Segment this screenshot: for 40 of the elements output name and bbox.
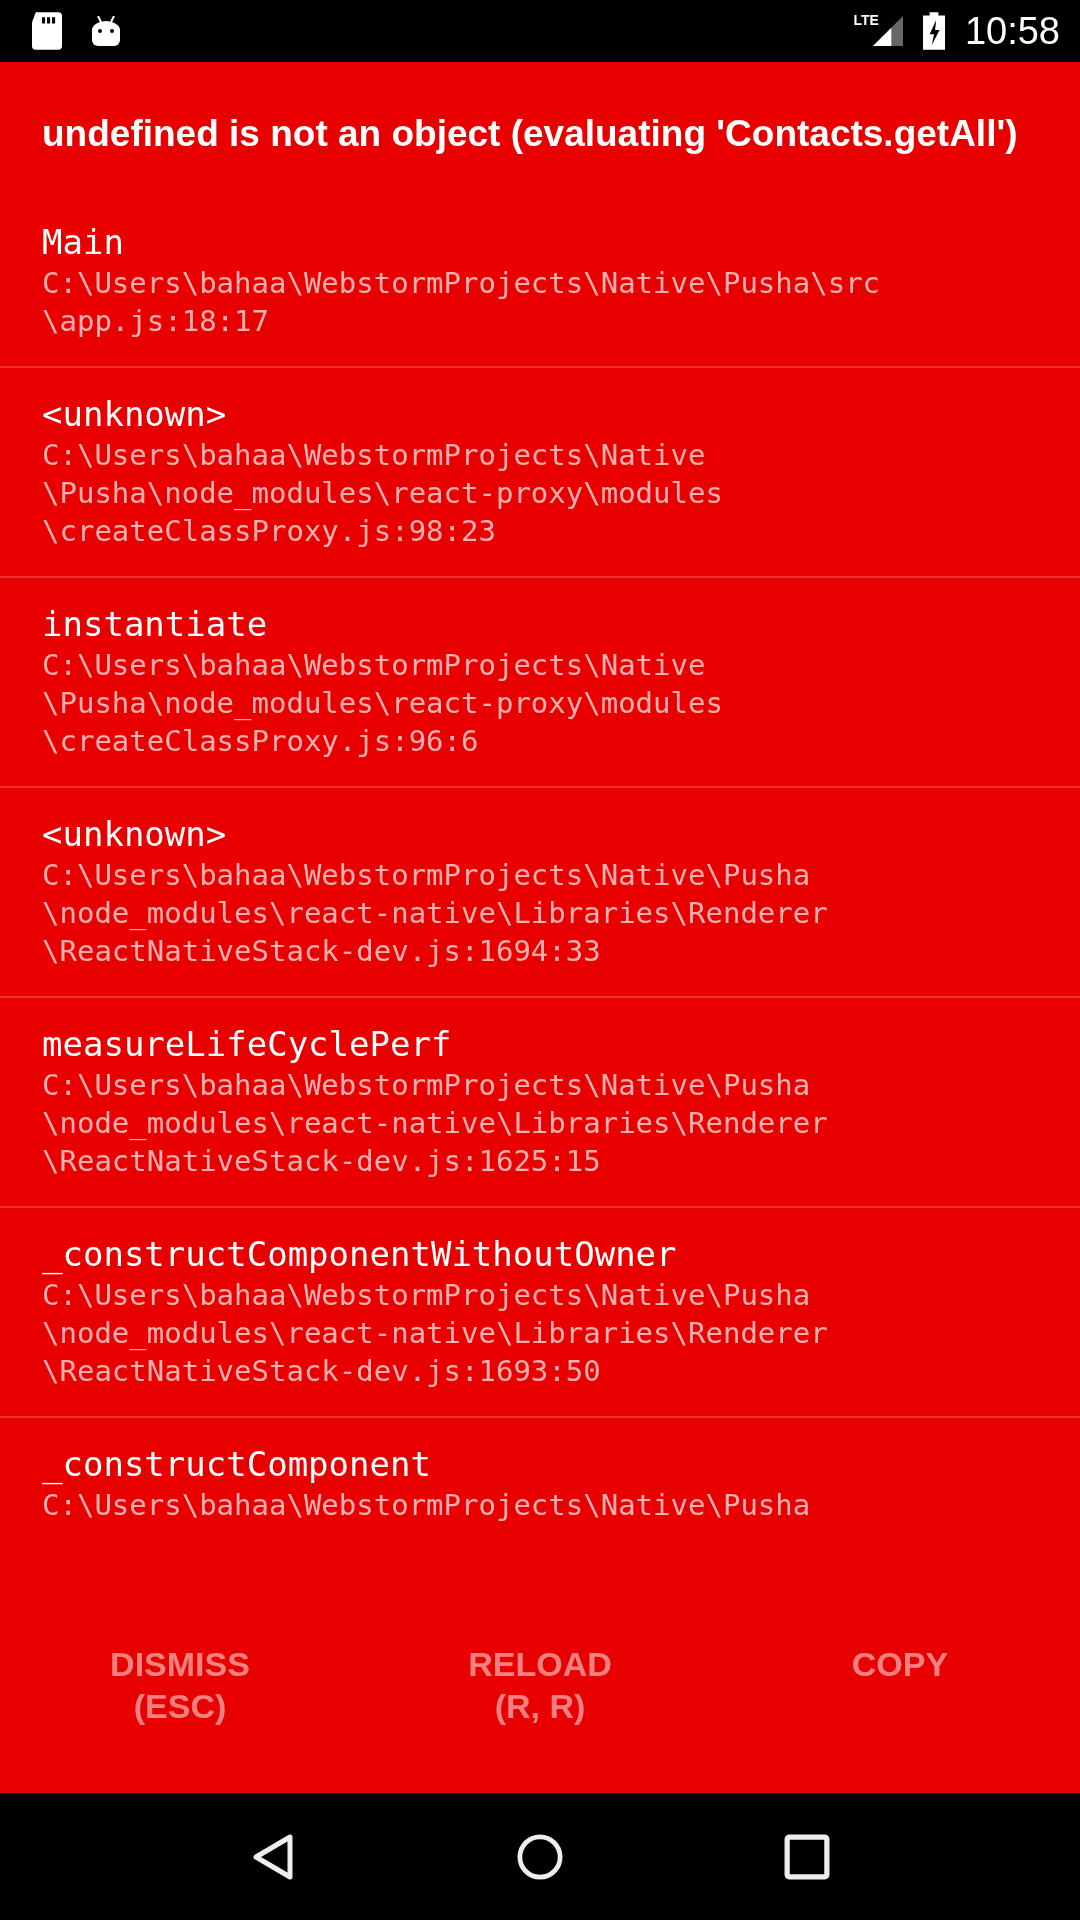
file-path: \Pusha\node_modules\react-proxy\modules <box>42 685 724 722</box>
battery-charging-icon <box>922 12 945 50</box>
method-name: <unknown> <box>42 813 228 856</box>
android-icon <box>90 16 122 46</box>
file-path: \app.js:18:17 <box>42 303 270 340</box>
stack-frame[interactable]: Main C:\Users\bahaa\WebstormProjects\Native\Pusha\src \app.js:18:17 <box>0 196 1080 368</box>
file-path: \node_modules\react-native\Libraries\Renderer <box>42 895 829 932</box>
recents-icon[interactable] <box>783 1832 830 1881</box>
file-path: C:\Users\bahaa\WebstormProjects\Native\Pusha <box>42 1487 812 1524</box>
network-label: LTE <box>853 12 879 28</box>
file-path: \createClassProxy.js:96:6 <box>42 723 480 760</box>
stack-frame[interactable]: _constructComponent C:\Users\bahaa\WebstormProjects\Native\Pusha <box>0 1418 1080 1550</box>
method-name: _constructComponentWithoutOwner <box>42 1233 678 1276</box>
method-name: <unknown> <box>42 393 228 436</box>
error-message: undefined is not an object (evaluating 'Contacts.getAll') <box>41 112 1019 156</box>
file-path: C:\Users\bahaa\WebstormProjects\Native\Pusha\src <box>42 265 882 302</box>
stack-frame[interactable]: _constructComponentWithoutOwner C:\Users\bahaa\WebstormProjects\Native\Pusha \node_modules\react-native\Libraries\Renderer \ReactNativeStack-dev.js:1693:50 <box>0 1208 1080 1418</box>
stack-frame[interactable]: <unknown> C:\Users\bahaa\WebstormProjects\Native\Pusha \node_modules\react-native\Libraries\Renderer \ReactNativeStack-dev.js:1694:33 <box>0 788 1080 998</box>
method-name: instantiate <box>42 603 269 646</box>
method-name: _constructComponent <box>42 1443 432 1486</box>
file-path: \ReactNativeStack-dev.js:1625:15 <box>42 1143 602 1180</box>
stack-frame[interactable]: instantiate C:\Users\bahaa\WebstormProjects\Native \Pusha\node_modules\react-proxy\modules \createClassProxy.js:96:6 <box>0 578 1080 788</box>
file-path: C:\Users\bahaa\WebstormProjects\Native <box>42 437 707 474</box>
stack-frame[interactable]: <unknown> C:\Users\bahaa\WebstormProjects\Native \Pusha\node_modules\react-proxy\modules \createClassProxy.js:98:23 <box>0 368 1080 578</box>
file-path: C:\Users\bahaa\WebstormProjects\Native\Pusha <box>42 1277 812 1314</box>
file-path: \Pusha\node_modules\react-proxy\modules <box>42 475 724 512</box>
file-path: \node_modules\react-native\Libraries\Renderer <box>42 1105 829 1142</box>
home-icon[interactable] <box>517 1832 563 1881</box>
clock: 10:58 <box>964 9 1060 53</box>
file-path: C:\Users\bahaa\WebstormProjects\Native\Pusha <box>42 857 812 894</box>
file-path: \ReactNativeStack-dev.js:1693:50 <box>42 1353 602 1390</box>
file-path: \createClassProxy.js:98:23 <box>42 513 497 550</box>
file-path: C:\Users\bahaa\WebstormProjects\Native\Pusha <box>42 1067 812 1104</box>
file-path: C:\Users\bahaa\WebstormProjects\Native <box>42 647 707 684</box>
method-name: Main <box>42 221 125 264</box>
file-path: \ReactNativeStack-dev.js:1694:33 <box>42 933 602 970</box>
sd-card-icon <box>32 12 62 50</box>
method-name: measureLifeCyclePerf <box>42 1023 453 1066</box>
stack-frame[interactable]: measureLifeCyclePerf C:\Users\bahaa\WebstormProjects\Native\Pusha \node_modules\react-native\Libraries\Renderer \ReactNativeStack-dev.js:1625:15 <box>0 998 1080 1208</box>
file-path: \node_modules\react-native\Libraries\Renderer <box>42 1315 829 1352</box>
